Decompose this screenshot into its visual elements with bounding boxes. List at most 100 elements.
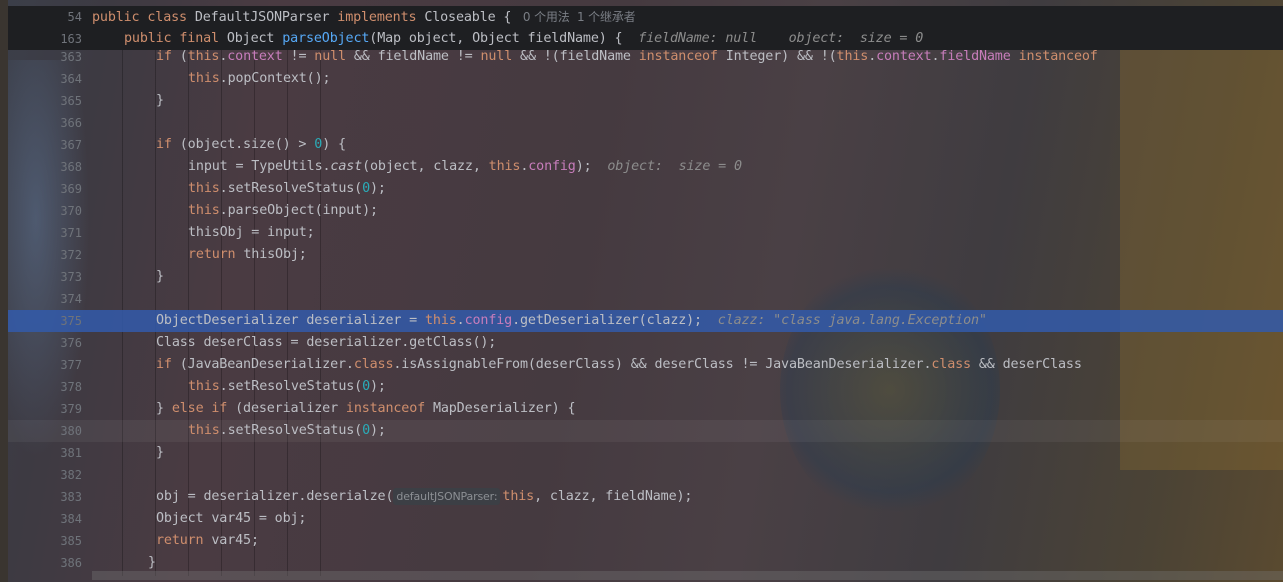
line-number[interactable]: 363 <box>20 46 82 68</box>
usages-hint[interactable]: 0 个用法 <box>519 10 577 24</box>
code-line[interactable]: 385 return var45; <box>0 530 1283 552</box>
code-token: else if <box>171 401 236 416</box>
inheritors-hint[interactable]: 1 个继承者 <box>577 10 636 24</box>
sticky-header-line[interactable]: 54 public class DefaultJSONParser impleme… <box>0 6 1283 28</box>
code-line[interactable]: 374 <box>0 288 1283 310</box>
code-token: this <box>188 379 220 394</box>
line-number[interactable]: 370 <box>20 200 82 222</box>
code-line[interactable]: 370 this.parseObject(input); <box>0 200 1283 222</box>
code-token: var45; <box>211 533 259 548</box>
code-line[interactable]: 379 } else if (deserializer instanceof Ma… <box>0 398 1283 420</box>
code-token: if <box>156 357 180 372</box>
code-token: .setResolveStatus( <box>219 379 363 394</box>
line-number[interactable]: 375 <box>20 310 82 332</box>
code-token: .setResolveStatus( <box>219 423 363 438</box>
line-number[interactable]: 368 <box>20 156 82 178</box>
code-token: thisObj; <box>243 247 307 262</box>
code-text: } <box>156 90 164 112</box>
code-text: if (object.size() > 0) { <box>156 134 346 156</box>
code-text: } else if (deserializer instanceof MapDe… <box>156 398 576 420</box>
line-number[interactable]: 379 <box>20 398 82 420</box>
code-token: input = TypeUtils. <box>188 159 331 174</box>
code-line[interactable]: 371 thisObj = input; <box>0 222 1283 244</box>
code-line[interactable]: 377 if (JavaBeanDeserializer.class.isAssi… <box>0 354 1283 376</box>
inline-debug-value: clazz: "class java.lang.Exception" <box>717 313 987 328</box>
code-token: cast <box>330 159 363 174</box>
line-number[interactable]: 369 <box>20 178 82 200</box>
code-token: . <box>868 49 877 64</box>
code-text: this.setResolveStatus(0); <box>188 376 386 398</box>
line-number[interactable]: 367 <box>20 134 82 156</box>
code-token: context <box>876 49 932 64</box>
code-line[interactable]: 373} <box>0 266 1283 288</box>
line-number[interactable]: 374 <box>20 288 82 310</box>
code-text: return var45; <box>156 530 259 552</box>
code-line[interactable]: 380 this.setResolveStatus(0); <box>0 420 1283 442</box>
line-number[interactable]: 365 <box>20 90 82 112</box>
code-text: this.setResolveStatus(0); <box>188 420 386 442</box>
line-number[interactable]: 372 <box>20 244 82 266</box>
code-token: MapDeserializer) { <box>432 401 576 416</box>
code-token: (object, clazz, <box>362 159 489 174</box>
line-number[interactable]: 384 <box>20 508 82 530</box>
horizontal-scrollbar[interactable] <box>92 571 1283 580</box>
code-token: return <box>188 247 244 262</box>
line-number[interactable]: 385 <box>20 530 82 552</box>
code-token: .isAssignableFrom(deserClass) && deserCl… <box>393 357 932 372</box>
line-number[interactable]: 373 <box>20 266 82 288</box>
line-number[interactable]: 54 <box>20 6 82 28</box>
code-token: 0 <box>362 181 370 196</box>
line-number[interactable]: 382 <box>20 464 82 486</box>
code-line[interactable]: 372 return thisObj; <box>0 244 1283 266</box>
code-token: (object.size() > <box>179 137 315 152</box>
code-token: } <box>148 555 156 570</box>
code-text: if (JavaBeanDeserializer.class.isAssigna… <box>156 354 1082 376</box>
code-line[interactable]: 367 if (object.size() > 0) { <box>0 134 1283 156</box>
code-token: && deserClass <box>978 357 1082 372</box>
code-token: ); <box>370 423 386 438</box>
line-number[interactable]: 378 <box>20 376 82 398</box>
code-line[interactable]: 378 this.setResolveStatus(0); <box>0 376 1283 398</box>
code-line[interactable]: 383 obj = deserializer.deserialze(default… <box>0 486 1283 508</box>
code-line[interactable]: 363 if (this.context != null && fieldName… <box>0 46 1283 68</box>
code-line[interactable]: 381} <box>0 442 1283 464</box>
line-number[interactable]: 383 <box>20 486 82 508</box>
code-token: DefaultJSONParser <box>194 10 338 25</box>
code-text: if (this.context != null && fieldName !=… <box>156 46 1098 68</box>
code-token: 0 <box>362 423 370 438</box>
code-token: implements <box>337 10 425 25</box>
line-number[interactable]: 366 <box>20 112 82 134</box>
code-line[interactable]: 366 <box>0 112 1283 134</box>
inline-debug-value: object: size = 0 <box>607 159 742 174</box>
code-token: ( <box>179 49 188 64</box>
code-line[interactable]: 365} <box>0 90 1283 112</box>
code-line[interactable]: 368 input = TypeUtils.cast(object, clazz,… <box>0 156 1283 178</box>
code-token: this <box>488 159 521 174</box>
code-token: this <box>188 181 220 196</box>
code-line[interactable]: 364 this.popContext(); <box>0 68 1283 90</box>
code-token: 0 <box>362 379 370 394</box>
code-token: parseObject <box>282 31 370 46</box>
code-line[interactable]: 369 this.setResolveStatus(0); <box>0 178 1283 200</box>
code-text: Object var45 = obj; <box>156 508 306 530</box>
parameter-hint: defaultJSONParser: <box>393 488 501 505</box>
line-number[interactable]: 371 <box>20 222 82 244</box>
line-number[interactable]: 381 <box>20 442 82 464</box>
code-token: ); <box>575 159 608 174</box>
code-text: this.popContext(); <box>188 68 331 90</box>
code-line[interactable]: 375 ObjectDeserializer deserializer = thi… <box>0 310 1283 332</box>
code-token: ObjectDeserializer deserializer = <box>156 313 426 328</box>
line-number[interactable]: 377 <box>20 354 82 376</box>
code-token: this <box>425 313 457 328</box>
line-number[interactable]: 386 <box>20 552 82 574</box>
code-editor[interactable]: 54 public class DefaultJSONParser impleme… <box>0 0 1283 582</box>
code-line[interactable]: 382 <box>0 464 1283 486</box>
code-line[interactable]: 376 Class deserClass = deserializer.getCl… <box>0 332 1283 354</box>
code-line[interactable]: 384 Object var45 = obj; <box>0 508 1283 530</box>
line-number[interactable]: 380 <box>20 420 82 442</box>
code-token: .parseObject(input); <box>219 203 378 218</box>
code-token: config <box>528 159 576 174</box>
line-number[interactable]: 376 <box>20 332 82 354</box>
line-number[interactable]: 364 <box>20 68 82 90</box>
